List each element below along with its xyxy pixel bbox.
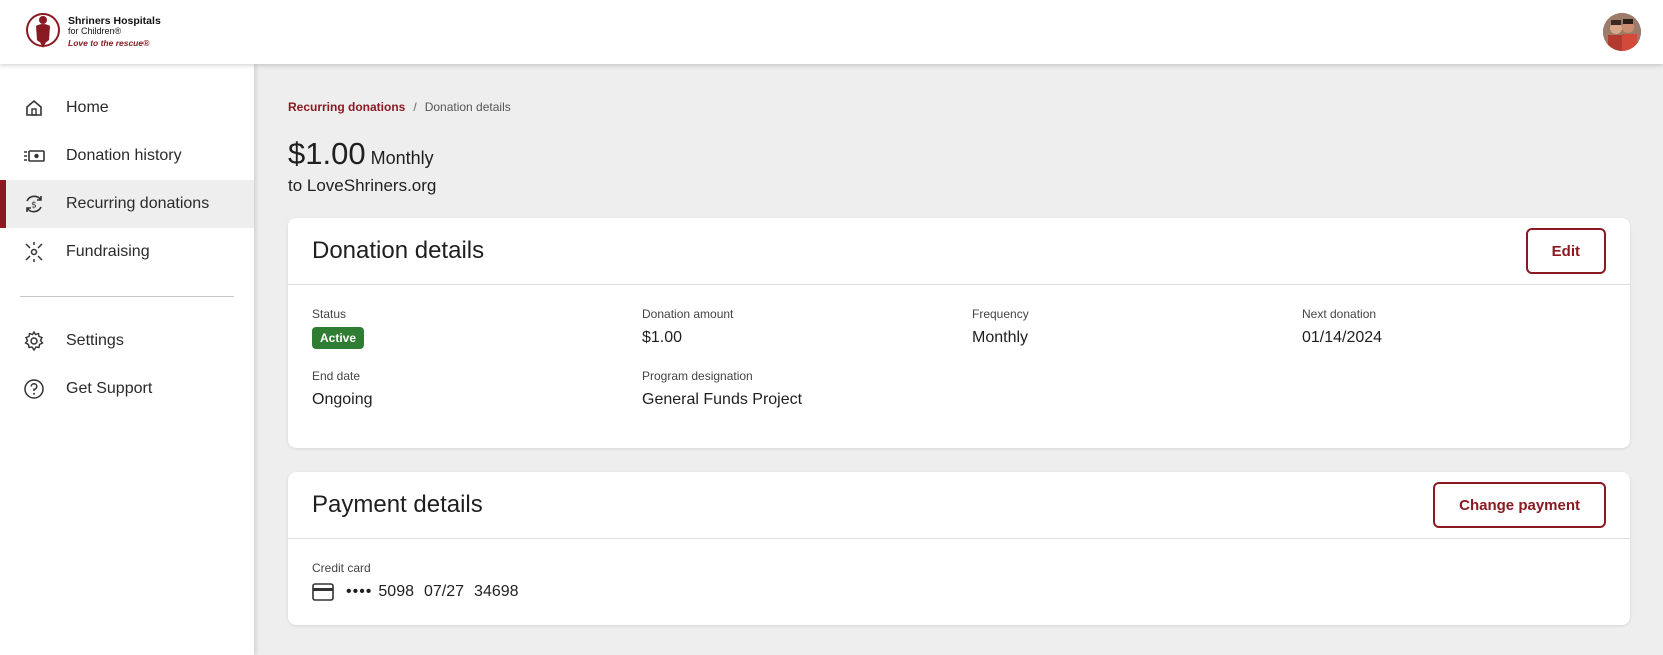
card-mask-dots: •••• [346,583,373,600]
breadcrumb-recurring-donations-link[interactable]: Recurring donations [288,100,405,114]
sidebar-item-label: Home [66,99,109,116]
donation-amount-label: Donation amount [642,307,734,321]
credit-card-icon [312,583,334,601]
summary-recipient: to LoveShriners.org [288,176,437,195]
fundraising-icon [22,240,46,264]
donation-amount-value: $1.00 [642,329,683,346]
sidebar-item-label: Settings [66,332,124,349]
status-field: Status Active [312,307,642,349]
sidebar-item-get-support[interactable]: Get Support [0,365,254,413]
card-last-four: 5098 [378,583,414,600]
logo-subtitle: for Children® [68,26,122,37]
sidebar-item-label: Donation history [66,147,182,164]
next-donation-value: 01/14/2024 [1302,329,1383,346]
gear-icon [22,329,46,353]
breadcrumb-current: Donation details [424,100,511,114]
sidebar-item-label: Recurring donations [66,195,210,212]
svg-text:$: $ [31,201,37,211]
sidebar-item-donation-history[interactable]: Donation history [0,132,254,180]
donation-summary: $1.00 Monthly to LoveShriners.org [288,136,1630,196]
logo-emblem-icon [26,13,60,48]
next-donation-label: Next donation [1302,307,1377,321]
end-date-field: End date Ongoing [312,369,642,409]
sidebar-item-label: Fundraising [66,243,150,260]
breadcrumb-separator: / [413,100,417,114]
program-designation-label: Program designation [642,369,753,383]
shriners-logo[interactable]: Shriners Hospitals for Children® Love to… [24,10,161,54]
breadcrumb: Recurring donations / Donation details [288,100,1630,114]
donation-details-title: Donation details [312,237,485,264]
donation-history-icon [22,144,46,168]
payment-details-title: Payment details [312,491,483,518]
summary-frequency: Monthly [370,148,434,168]
program-designation-field: Program designation General Funds Projec… [642,369,972,409]
help-icon [22,377,46,401]
sidebar-item-home[interactable]: Home [0,84,254,132]
recurring-icon: $ [22,192,46,216]
status-label: Status [312,307,347,321]
credit-card-label: Credit card [312,561,371,575]
status-badge: Active [312,327,365,349]
payment-details-card: Payment details Change payment Credit ca… [288,472,1630,625]
end-date-value: Ongoing [312,391,373,408]
credit-card-row: •••• 5098 07/27 34698 [312,583,1606,601]
end-date-label: End date [312,369,361,383]
avatar-photo-icon [1603,13,1641,51]
next-donation-field: Next donation 01/14/2024 [1302,307,1602,349]
card-zip: 34698 [474,583,519,600]
edit-button[interactable]: Edit [1525,228,1606,274]
logo-tagline: Love to the rescue® [68,37,150,48]
user-avatar[interactable] [1603,13,1641,51]
change-payment-button[interactable]: Change payment [1433,482,1606,528]
sidebar-item-recurring-donations[interactable]: $ Recurring donations [0,180,254,228]
sidebar-divider [20,296,234,297]
sidebar-item-label: Get Support [66,380,153,397]
sidebar: Home Donation history $ Recurring donati… [0,64,254,655]
top-header: Shriners Hospitals for Children® Love to… [0,0,1663,64]
summary-amount: $1.00 [288,136,366,171]
home-icon [22,96,46,120]
sidebar-item-settings[interactable]: Settings [0,317,254,365]
donation-details-card: Donation details Edit Status Active Dona… [288,218,1630,448]
program-designation-value: General Funds Project [642,391,803,408]
frequency-field: Frequency Monthly [972,307,1302,349]
donation-amount-field: Donation amount $1.00 [642,307,972,349]
sidebar-item-fundraising[interactable]: Fundraising [0,228,254,276]
main-content: Recurring donations / Donation details $… [254,64,1663,655]
sidebar-nav: Home Donation history $ Recurring donati… [0,64,254,413]
frequency-label: Frequency [972,307,1029,321]
frequency-value: Monthly [972,329,1029,346]
card-expiry: 07/27 [424,583,465,600]
